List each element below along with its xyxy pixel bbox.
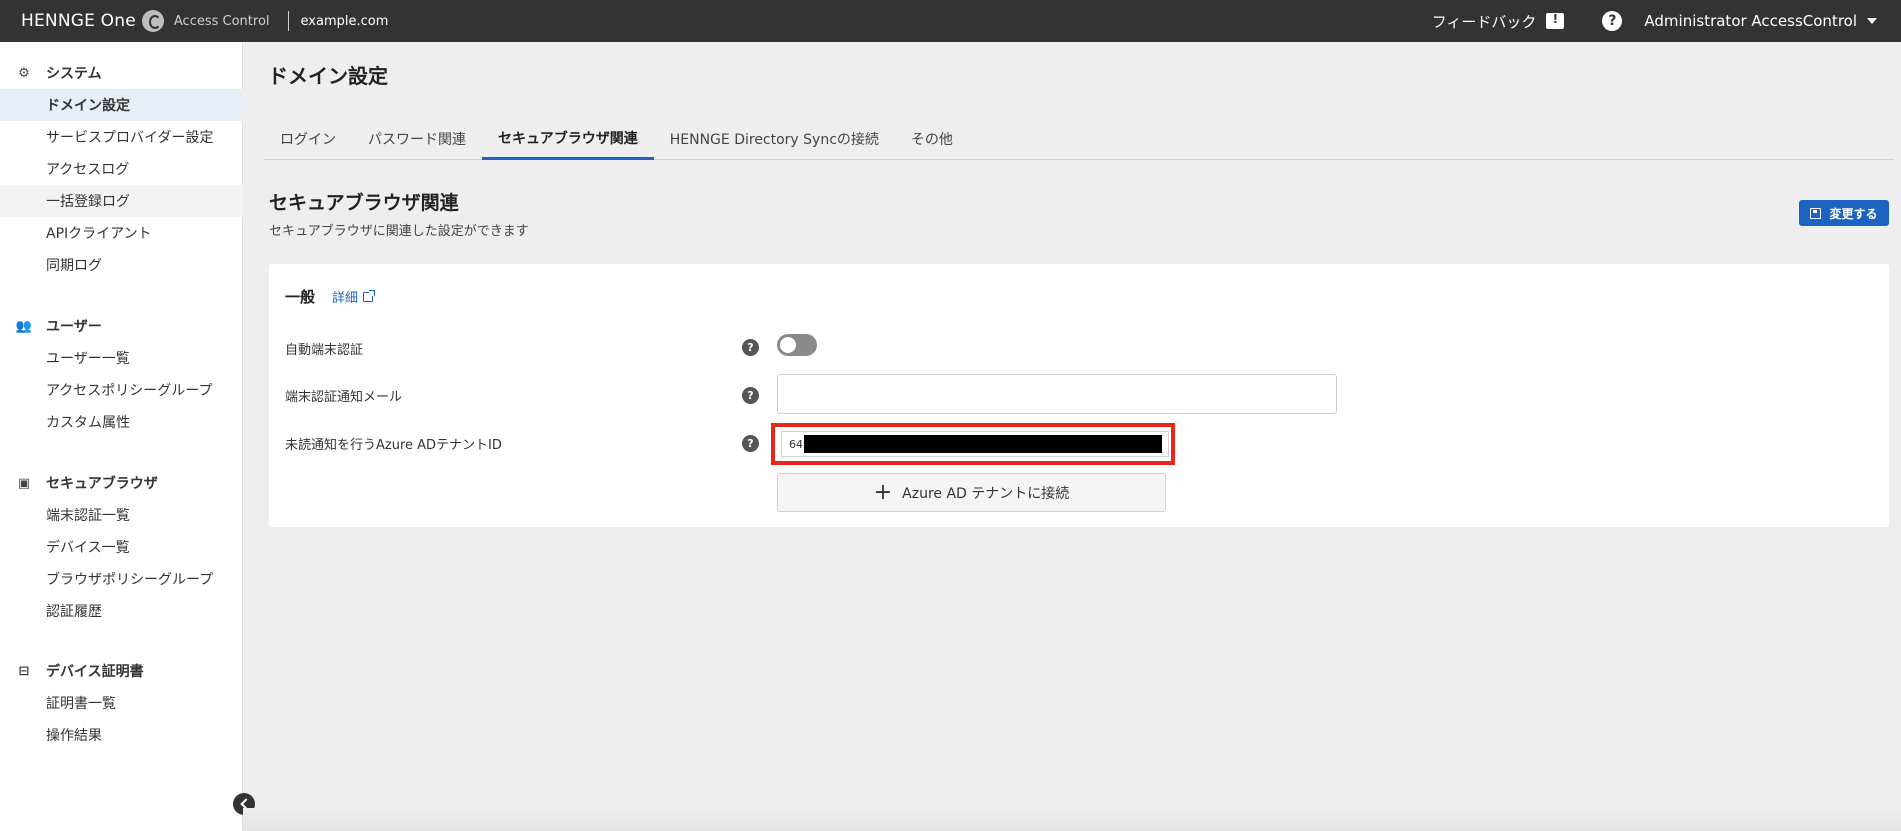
sidebar-header-label: ユーザー [46,319,102,335]
auto-device-auth-toggle[interactable] [777,334,817,356]
sidebar-item-sync-log[interactable]: 同期ログ [0,249,243,281]
sidebar-item-device-list[interactable]: デバイス一覧 [0,531,243,563]
tenant-id-value-prefix: 64 [789,437,803,451]
help-icon[interactable]: ? [1602,11,1623,31]
brand-name: HENNGE One [21,11,136,31]
tenant-id-highlight: 64 [771,423,1175,465]
chevron-down-icon [1867,18,1877,24]
card-title: 一般 [285,288,316,306]
sidebar-section-device-certificate: ⊟ デバイス証明書 証明書一覧 操作結果 [0,655,243,751]
current-domain: example.com [300,13,389,29]
sidebar-item-bulk-log[interactable]: 一括登録ログ [0,185,243,217]
gear-icon: ⚙ [18,65,30,81]
sidebar-header-label: セキュアブラウザ [46,476,158,492]
detail-link[interactable]: 詳細 [332,287,376,306]
sidebar-item-access-policy-group[interactable]: アクセスポリシーグループ [0,374,243,406]
brand[interactable]: HENNGE One Access Control [21,10,270,32]
tenant-id-input[interactable]: 64 [781,431,1169,457]
auto-device-auth-help-icon[interactable]: ? [742,339,759,356]
change-button[interactable]: 変更する [1799,200,1889,226]
brand-logo-icon [141,10,164,32]
sidebar-item-service-provider[interactable]: サービスプロバイダー設定 [0,121,243,153]
connect-azure-ad-label: Azure AD テナントに接続 [902,485,1070,502]
auto-device-auth-label: 自動端末認証 [285,343,364,358]
sidebar-header-device-certificate: ⊟ デバイス証明書 [0,655,243,687]
card-header: 一般 詳細 [285,286,376,307]
section-description: セキュアブラウザに関連した設定ができます [269,224,529,239]
sidebar-section-system: ⚙ システム ドメイン設定 サービスプロバイダー設定 アクセスログ 一括登録ログ… [0,57,243,281]
sidebar-section-users: 👥 ユーザー ユーザー一覧 アクセスポリシーグループ カスタム属性 [0,310,243,438]
connect-azure-ad-button[interactable]: + Azure AD テナントに接続 [777,473,1166,512]
detail-link-label: 詳細 [332,291,359,306]
sidebar-item-auth-history[interactable]: 認証履歴 [0,595,243,627]
sidebar-section-secure-browser: ▣ セキュアブラウザ 端末認証一覧 デバイス一覧 ブラウザポリシーグループ 認証… [0,467,243,627]
user-name: Administrator AccessControl [1644,12,1857,30]
external-link-icon [363,289,376,302]
sidebar-header-label: デバイス証明書 [46,664,144,680]
sidebar-item-custom-attributes[interactable]: カスタム属性 [0,406,243,438]
topbar-divider [287,11,289,31]
notify-mail-label: 端末認証通知メール [285,390,403,405]
user-menu[interactable]: Administrator AccessControl [1644,12,1877,30]
sidebar-item-browser-policy-group[interactable]: ブラウザポリシーグループ [0,563,243,595]
tenant-id-help-icon[interactable]: ? [742,435,759,452]
redacted-value [804,435,1162,453]
sidebar-header-label: システム [46,66,102,82]
sidebar-item-device-auth-list[interactable]: 端末認証一覧 [0,499,243,531]
tenant-id-label: 未読通知を行うAzure ADテナントID [285,438,502,453]
tab-login[interactable]: ログイン [264,118,352,159]
browser-icon: ▣ [17,475,31,491]
page-title: ドメイン設定 [268,64,388,88]
notify-mail-input[interactable] [777,374,1337,414]
tab-other[interactable]: その他 [895,118,969,159]
tab-secure-browser[interactable]: セキュアブラウザ関連 [482,118,654,160]
save-icon [1810,207,1822,219]
top-bar: HENNGE One Access Control example.com フィ… [0,0,1901,42]
topbar-right: フィードバック ? Administrator AccessControl [1432,0,1877,42]
notify-mail-help-icon[interactable]: ? [742,387,759,404]
feedback-label: フィードバック [1431,12,1537,31]
feedback-icon [1546,12,1565,29]
sidebar-item-operation-results[interactable]: 操作結果 [0,719,243,751]
sidebar-header-secure-browser: ▣ セキュアブラウザ [0,467,243,499]
section-title: セキュアブラウザ関連 [269,192,459,214]
sidebar-header-users: 👥 ユーザー [0,310,243,342]
sidebar-item-domain-settings[interactable]: ドメイン設定 [0,89,243,121]
sidebar-header-system: ⚙ システム [0,57,243,89]
sidebar-item-user-list[interactable]: ユーザー一覧 [0,342,243,374]
tab-bar: ログイン パスワード関連 セキュアブラウザ関連 HENNGE Directory… [264,118,1894,160]
footer-strip [243,808,1901,831]
sidebar-item-certificate-list[interactable]: 証明書一覧 [0,687,243,719]
sidebar-item-access-log[interactable]: アクセスログ [0,153,243,185]
tab-password[interactable]: パスワード関連 [352,118,482,159]
product-name: Access Control [173,13,270,29]
feedback-button[interactable]: フィードバック [1432,11,1565,32]
change-button-label: 変更する [1829,206,1878,221]
tab-directory-sync[interactable]: HENNGE Directory Syncの接続 [654,118,895,159]
general-settings-card: 一般 詳細 自動端末認証 ? 端末認証通知メール ? 未読通知を行うAzure … [269,264,1889,527]
sidebar: ⚙ システム ドメイン設定 サービスプロバイダー設定 アクセスログ 一括登録ログ… [0,42,243,831]
certificate-icon: ⊟ [18,663,30,679]
users-icon: 👥 [15,318,33,334]
sidebar-item-api-client[interactable]: APIクライアント [0,217,243,249]
plus-icon: + [873,479,893,505]
